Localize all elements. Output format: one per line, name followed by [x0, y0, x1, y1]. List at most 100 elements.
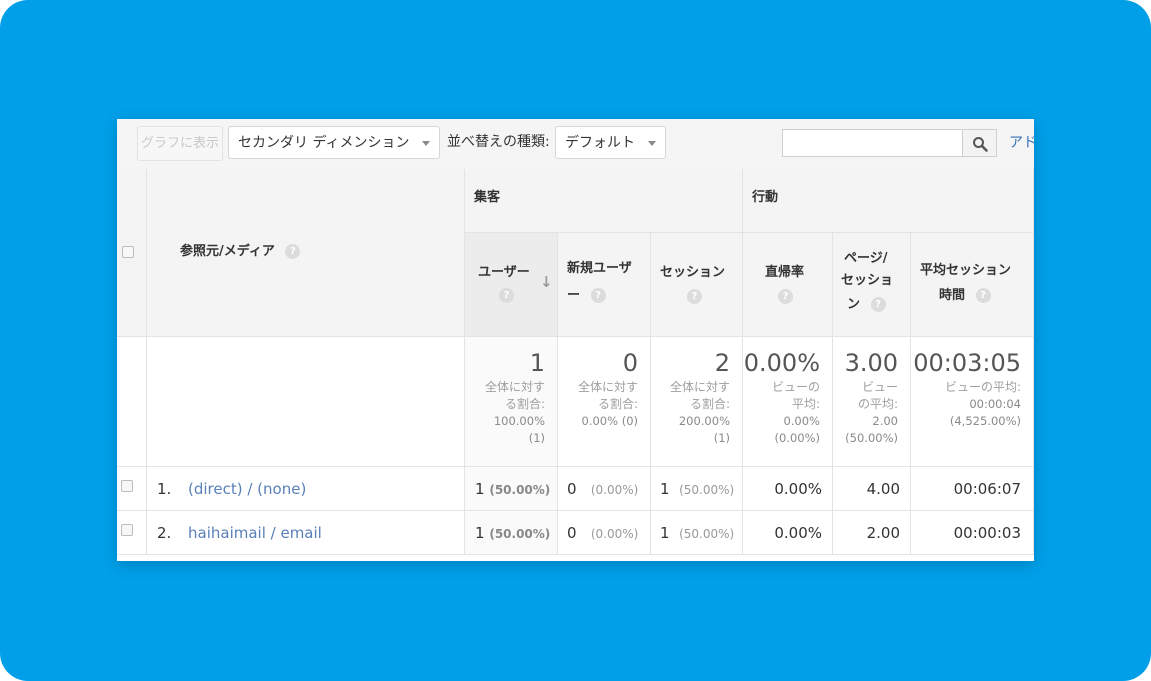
row-new-users-pct: (0.00%): [590, 527, 639, 541]
totals-users-line-3: 100.00%: [493, 414, 545, 428]
duration-column-label-1: 平均セッション: [920, 263, 1012, 278]
row-duration-value: 00:06:07: [953, 480, 1021, 498]
totals-bounce-line-3: 0.00%: [783, 414, 820, 428]
row-users-pct: (50.00%): [489, 483, 551, 497]
totals-dimension-cell: [147, 337, 465, 467]
help-icon[interactable]: ?: [975, 288, 991, 303]
totals-bounce-cell: 0.00% ビューの 平均: 0.00% (0.00%): [743, 337, 833, 467]
search-input[interactable]: [782, 129, 963, 157]
dimension-header[interactable]: 参照元/メディア ?: [147, 169, 465, 337]
bounce-rate-column-header[interactable]: 直帰率 ?: [743, 233, 833, 337]
select-all-header: [117, 169, 147, 337]
totals-duration-line-3: (4,525.00%): [949, 414, 1021, 428]
totals-pages-line-4: (50.00%): [845, 431, 898, 445]
totals-new-users-cell: 0 全体に対す る割合: 0.00% (0): [558, 337, 651, 467]
sort-type-value: デフォルト: [565, 135, 635, 151]
row-sessions-value: 1: [660, 524, 670, 542]
row-pages-cell: 4.00: [833, 467, 911, 511]
row-pages-value: 2.00: [866, 524, 900, 542]
row-duration-cell: 00:00:03: [911, 511, 1034, 555]
help-icon[interactable]: ?: [285, 244, 301, 259]
row-sessions-pct: (50.00%): [679, 527, 735, 541]
table-toolbar: グラフに表示 セカンダリ ディメンション 並べ替えの種類: デフォルト アドバン…: [117, 119, 1034, 170]
row-dimension-cell: 1. (direct) / (none): [147, 467, 465, 511]
row-sessions-pct: (50.00%): [679, 483, 735, 497]
behavior-group-header: 行動: [743, 169, 1034, 233]
pages-column-label-3: ン: [847, 297, 861, 312]
row-pages-value: 4.00: [866, 480, 900, 498]
row-duration-cell: 00:06:07: [911, 467, 1034, 511]
source-medium-link[interactable]: haihaimail / email: [188, 523, 322, 543]
totals-users-line-2: る割合:: [504, 397, 545, 411]
analytics-report-table: グラフに表示 セカンダリ ディメンション 並べ替えの種類: デフォルト アドバン…: [117, 119, 1034, 561]
help-icon[interactable]: ?: [687, 289, 702, 304]
advanced-filter-link[interactable]: アドバンス: [1009, 129, 1034, 157]
sort-descending-icon[interactable]: ↓: [540, 273, 553, 291]
row-checkbox[interactable]: [121, 480, 133, 492]
row-new-users-value: 0: [567, 480, 577, 498]
totals-duration-line-2: 00:00:04: [969, 397, 1021, 411]
totals-pages-value: 3.00: [844, 349, 898, 377]
row-sessions-value: 1: [660, 480, 670, 498]
totals-sessions-line-3: 200.00%: [678, 414, 730, 428]
new-users-column-header[interactable]: 新規ユーザ ー ?: [558, 233, 651, 337]
plot-rows-button[interactable]: グラフに表示: [137, 126, 223, 161]
row-new-users-pct: (0.00%): [590, 483, 639, 497]
totals-pages-line-2: の平均:: [857, 397, 898, 411]
help-icon[interactable]: ?: [590, 288, 606, 303]
row-users-cell: 1 (50.00%): [465, 511, 558, 555]
pages-column-label-1: ページ/: [844, 251, 888, 266]
duration-column-label-2: 時間: [939, 288, 966, 303]
totals-new-users-value: 0: [622, 349, 638, 377]
row-new-users-cell: 0 (0.00%): [558, 467, 651, 511]
users-column-header[interactable]: ユーザー ↓ ?: [465, 233, 558, 337]
totals-bounce-line-4: (0.00%): [774, 431, 820, 445]
sort-type-select[interactable]: デフォルト: [555, 126, 666, 159]
row-new-users-value: 0: [567, 524, 577, 542]
acquisition-group-label: 集客: [474, 190, 501, 205]
acquisition-group-header: 集客: [465, 169, 743, 233]
totals-pages-line-1: ビュー: [861, 380, 898, 394]
pages-column-label-2: セッショ: [841, 273, 894, 288]
help-icon[interactable]: ?: [499, 288, 514, 303]
secondary-dimension-label: セカンダリ ディメンション: [238, 135, 410, 151]
row-users-value: 1: [475, 480, 485, 498]
select-all-checkbox[interactable]: [122, 246, 134, 258]
totals-new-users-line-1: 全体に対す: [577, 380, 638, 394]
totals-sessions-line-4: (1): [713, 431, 730, 445]
chevron-down-icon: [648, 141, 656, 146]
totals-sessions-value: 2: [714, 349, 730, 377]
totals-pages-cell: 3.00 ビュー の平均: 2.00 (50.00%): [833, 337, 911, 467]
totals-users-cell: 1 全体に対す る割合: 100.00% (1): [465, 337, 558, 467]
totals-users-line-1: 全体に対す: [484, 380, 545, 394]
totals-users-line-4: (1): [528, 431, 545, 445]
row-bounce-value: 0.00%: [774, 480, 822, 498]
help-icon[interactable]: ?: [778, 289, 793, 304]
totals-bounce-value: 0.00%: [743, 349, 820, 377]
totals-duration-line-1: ビューの平均:: [944, 380, 1021, 394]
pages-per-session-column-header[interactable]: ページ/ セッショ ン ?: [833, 233, 911, 337]
search-icon: [973, 137, 988, 152]
row-users-pct: (50.00%): [489, 527, 551, 541]
source-medium-link[interactable]: (direct) / (none): [188, 479, 306, 499]
row-bounce-value: 0.00%: [774, 524, 822, 542]
background-frame: グラフに表示 セカンダリ ディメンション 並べ替えの種類: デフォルト アドバン…: [0, 0, 1151, 681]
avg-session-duration-column-header[interactable]: 平均セッション 時間 ?: [911, 233, 1034, 337]
row-duration-value: 00:00:03: [953, 524, 1021, 542]
help-icon[interactable]: ?: [870, 297, 886, 312]
row-pages-cell: 2.00: [833, 511, 911, 555]
users-column-label: ユーザー: [478, 265, 530, 280]
row-checkbox-cell: [117, 511, 147, 555]
totals-duration-cell: 00:03:05 ビューの平均: 00:00:04 (4,525.00%): [911, 337, 1034, 467]
sessions-column-header[interactable]: セッション ?: [651, 233, 743, 337]
sessions-column-label: セッション: [660, 265, 726, 280]
row-index: 2.: [157, 524, 172, 542]
search-button[interactable]: [963, 129, 997, 157]
totals-sessions-line-2: る割合:: [689, 397, 730, 411]
totals-pages-line-3: 2.00: [872, 414, 898, 428]
bounce-rate-column-label: 直帰率: [765, 265, 805, 280]
totals-duration-value: 00:03:05: [913, 349, 1021, 377]
row-index: 1.: [157, 480, 172, 498]
secondary-dimension-select[interactable]: セカンダリ ディメンション: [228, 126, 440, 159]
row-checkbox[interactable]: [121, 524, 133, 536]
